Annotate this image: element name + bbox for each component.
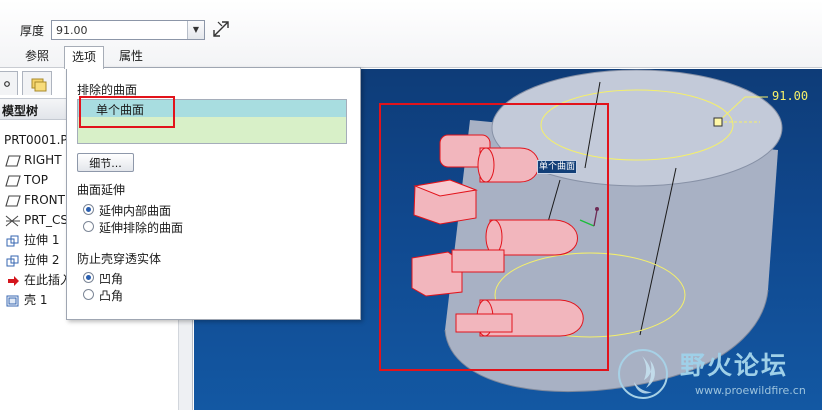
excluded-boss-end[interactable] [485,219,503,255]
tree-item-label: FRONT [24,193,65,207]
tree-item-label: PRT0001.P [4,133,68,147]
options-panel: 排除的曲面 单个曲面 细节... 曲面延伸 延伸内部曲面 延伸排除的曲面 防止壳… [66,67,361,320]
dimension-handle[interactable] [713,117,723,127]
insert-arrow-icon [8,275,19,286]
tree-item-label: RIGHT [24,153,62,167]
tree-item-insert-here[interactable]: 在此插入 [5,270,72,290]
tree-item-extrude-1[interactable]: 拉伸 1 [5,230,59,250]
tab-options[interactable]: 选项 [64,46,104,69]
tree-item-part[interactable]: PRT0001.P [4,130,68,150]
tab-folder-browser[interactable] [22,71,52,95]
tree-item-csys[interactable]: PRT_CS [5,210,68,230]
extend-excluded-label: 延伸排除的曲面 [99,221,184,235]
extrude-icon [6,255,19,266]
tree-item-label: 拉伸 2 [24,253,60,267]
csys-icon [5,215,20,226]
tree-item-label: 拉伸 1 [24,233,60,247]
radio-extend-inner[interactable] [83,204,94,215]
extrude-icon [6,235,19,246]
shell-dashboard: 厚度 ▼ 参照 选项 属性 [0,0,822,69]
model-tree-icon [4,81,10,87]
thickness-label: 厚度 [20,24,45,38]
forum-watermark: 野火论坛 www.proewildfire.cn [612,340,817,405]
tab-references[interactable]: 参照 [16,46,58,68]
tree-item-shell[interactable]: 壳 1 [5,290,47,310]
tree-item-label: 壳 1 [24,293,48,307]
watermark-title: 野火论坛 [680,351,789,380]
excluded-block[interactable] [451,249,505,273]
chevron-down-icon[interactable]: ▼ [187,21,204,39]
tree-item-front[interactable]: FRONT [5,190,65,210]
tab-model-tree[interactable] [0,71,18,95]
tree-item-label: TOP [24,173,49,187]
surface-extension-label: 曲面延伸 [77,183,126,197]
model-tree-title: 模型树 [2,104,39,118]
radio-extend-excluded[interactable] [83,221,94,232]
prevent-penetration-label: 防止壳穿透实体 [77,252,162,266]
tree-item-top[interactable]: TOP [5,170,48,190]
csys-marker [595,207,599,211]
annotation-highlight-box [79,96,175,128]
flame-logo-icon [618,349,668,399]
extend-inner-label: 延伸内部曲面 [99,204,172,218]
tree-item-extrude-2[interactable]: 拉伸 2 [5,250,59,270]
thickness-input[interactable] [52,21,188,39]
datum-plane-icon [5,194,21,207]
dimension-value[interactable]: 91.00 [772,89,808,103]
datum-plane-icon [5,154,21,167]
surface-tag: 单个曲面 [537,160,578,174]
tree-item-label: PRT_CS [24,213,69,227]
radio-convex[interactable] [83,289,94,300]
concave-label: 凹角 [99,272,124,286]
excluded-block[interactable] [455,313,513,333]
tree-item-right[interactable]: RIGHT [5,150,62,170]
shell-icon [6,295,19,306]
excluded-boss-end[interactable] [477,147,495,183]
flip-direction-icon[interactable] [211,19,231,39]
convex-label: 凸角 [99,289,124,303]
radio-concave[interactable] [83,272,94,283]
tab-properties[interactable]: 属性 [110,46,152,68]
tree-item-label: 在此插入 [24,273,73,287]
thickness-combobox[interactable]: ▼ [51,20,205,40]
datum-plane-icon [5,174,21,187]
watermark-url: www.proewildfire.cn [695,384,806,397]
folder-icon [31,78,47,92]
details-button[interactable]: 细节... [77,153,134,172]
